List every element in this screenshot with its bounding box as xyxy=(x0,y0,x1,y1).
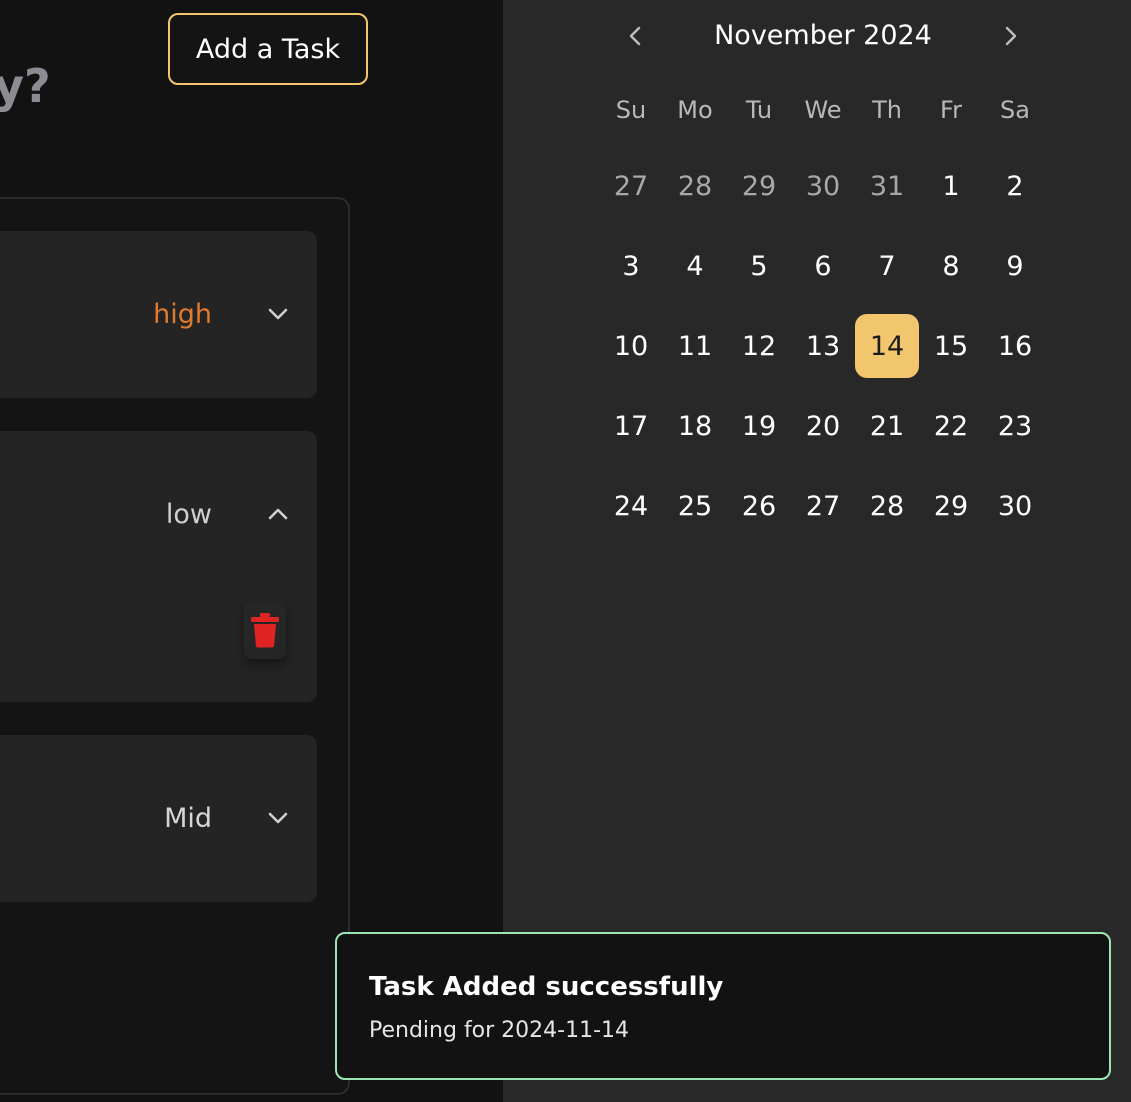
chevron-down-icon[interactable] xyxy=(263,299,293,329)
calendar-header: November 2024 xyxy=(599,14,1047,62)
calendar-day[interactable]: 7 xyxy=(855,234,919,298)
calendar-day[interactable]: 1 xyxy=(919,154,983,218)
chevron-up-icon[interactable] xyxy=(263,499,293,529)
chevron-down-icon[interactable] xyxy=(263,803,293,833)
calendar-week: 24 25 26 27 28 29 30 xyxy=(599,474,1047,538)
add-task-button[interactable]: Add a Task xyxy=(168,13,368,85)
toast-title: Task Added successfully xyxy=(369,972,724,1002)
chevron-right-icon[interactable] xyxy=(995,20,1027,52)
calendar-day[interactable]: 16 xyxy=(983,314,1047,378)
calendar-week: 27 28 29 30 31 1 2 xyxy=(599,154,1047,218)
toast-subtitle: Pending for 2024-11-14 xyxy=(369,1018,630,1043)
calendar-day[interactable]: 17 xyxy=(599,394,663,458)
calendar-day[interactable]: 3 xyxy=(599,234,663,298)
calendar-day[interactable]: 24 xyxy=(599,474,663,538)
page-heading: y? xyxy=(0,59,51,113)
calendar-week: 17 18 19 20 21 22 23 xyxy=(599,394,1047,458)
calendar-day[interactable]: 21 xyxy=(855,394,919,458)
calendar-week: 10 11 12 13 14 15 16 xyxy=(599,314,1047,378)
weekday-header-row: Su Mo Tu We Th Fr Sa xyxy=(599,90,1047,130)
success-toast[interactable]: Task Added successfully Pending for 2024… xyxy=(335,932,1111,1080)
task-card[interactable]: low xyxy=(0,431,317,702)
calendar-day[interactable]: 18 xyxy=(663,394,727,458)
calendar-day[interactable]: 10 xyxy=(599,314,663,378)
calendar-day[interactable]: 23 xyxy=(983,394,1047,458)
calendar-day[interactable]: 11 xyxy=(663,314,727,378)
calendar-day[interactable]: 27 xyxy=(791,474,855,538)
trash-icon xyxy=(251,613,279,648)
calendar-day[interactable]: 22 xyxy=(919,394,983,458)
task-card[interactable]: Mid xyxy=(0,735,317,902)
weekday-label: Su xyxy=(615,96,647,124)
calendar-month-title: November 2024 xyxy=(714,20,932,51)
calendar-day[interactable]: 4 xyxy=(663,234,727,298)
calendar-day-outside[interactable]: 30 xyxy=(791,154,855,218)
calendar-day[interactable]: 12 xyxy=(727,314,791,378)
priority-label: high xyxy=(153,299,212,330)
weekday-label: We xyxy=(804,96,842,124)
calendar-week: 3 4 5 6 7 8 9 xyxy=(599,234,1047,298)
calendar-day[interactable]: 15 xyxy=(919,314,983,378)
calendar-day-outside[interactable]: 27 xyxy=(599,154,663,218)
calendar-day[interactable]: 5 xyxy=(727,234,791,298)
task-card[interactable]: high xyxy=(0,231,317,398)
calendar-day[interactable]: 8 xyxy=(919,234,983,298)
calendar-day[interactable]: 2 xyxy=(983,154,1047,218)
weekday-label: Mo xyxy=(677,96,713,124)
calendar-day-selected[interactable]: 14 xyxy=(855,314,919,378)
calendar-day[interactable]: 30 xyxy=(983,474,1047,538)
priority-label: low xyxy=(165,499,212,530)
calendar-day[interactable]: 19 xyxy=(727,394,791,458)
weekday-label: Tu xyxy=(745,96,773,124)
chevron-left-icon[interactable] xyxy=(619,20,651,52)
weekday-label: Th xyxy=(872,96,902,124)
calendar-day[interactable]: 9 xyxy=(983,234,1047,298)
priority-label: Mid xyxy=(164,803,212,834)
calendar-day[interactable]: 13 xyxy=(791,314,855,378)
weekday-label: Sa xyxy=(1000,96,1030,124)
calendar-day[interactable]: 20 xyxy=(791,394,855,458)
calendar-day[interactable]: 25 xyxy=(663,474,727,538)
calendar-day-outside[interactable]: 28 xyxy=(663,154,727,218)
calendar-day[interactable]: 28 xyxy=(855,474,919,538)
calendar-day[interactable]: 26 xyxy=(727,474,791,538)
calendar-day[interactable]: 6 xyxy=(791,234,855,298)
calendar-grid: Su Mo Tu We Th Fr Sa 27 28 29 30 31 1 2 … xyxy=(599,90,1047,554)
calendar-day-outside[interactable]: 29 xyxy=(727,154,791,218)
delete-task-button[interactable] xyxy=(244,601,286,659)
calendar-day[interactable]: 29 xyxy=(919,474,983,538)
weekday-label: Fr xyxy=(940,96,962,124)
calendar-day-outside[interactable]: 31 xyxy=(855,154,919,218)
